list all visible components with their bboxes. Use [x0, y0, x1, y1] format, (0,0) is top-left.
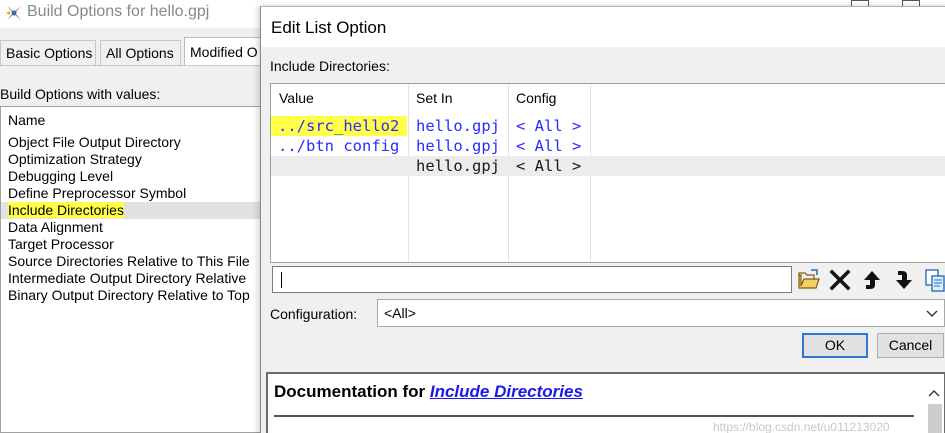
cancel-button[interactable]: Cancel — [877, 333, 944, 358]
chevron-down-icon — [926, 310, 938, 317]
row-value[interactable]: ../src_hello2 — [271, 116, 407, 136]
move-up-icon[interactable] — [860, 268, 884, 292]
documentation-heading-prefix: Documentation for — [274, 382, 430, 401]
list-item[interactable]: Target Processor — [1, 236, 268, 253]
row-config[interactable]: < All > — [516, 156, 581, 176]
build-options-list[interactable]: Name Object File Output Directory Optimi… — [0, 106, 268, 433]
list-item[interactable]: Data Alignment — [1, 219, 268, 236]
list-item-label: Define Preprocessor Symbol — [8, 185, 187, 201]
list-item[interactable]: Binary Output Directory Relative to Top — [1, 287, 268, 304]
column-header-set-in[interactable]: Set In — [416, 90, 453, 106]
table-row[interactable]: ../btn config hello.gpj < All > — [271, 136, 945, 156]
list-item[interactable]: Source Directories Relative to This File — [1, 253, 268, 270]
documentation-divider — [274, 415, 914, 417]
dialog-titlebar: Edit List Option — [261, 7, 945, 47]
tab-modified-options[interactable]: Modified O — [184, 37, 264, 66]
ok-button[interactable]: OK — [802, 333, 868, 358]
list-item-label: Data Alignment — [8, 219, 103, 235]
text-caret — [281, 272, 282, 288]
delete-x-icon[interactable] — [828, 268, 852, 292]
list-item[interactable]: Optimization Strategy — [1, 151, 268, 168]
list-item-label: Intermediate Output Directory Relative — [8, 270, 247, 286]
documentation-heading: Documentation for Include Directories — [274, 382, 583, 402]
tab-all-options[interactable]: All Options — [100, 40, 181, 65]
include-directories-table[interactable]: Value Set In Config ../src_hello2 hello.… — [270, 83, 945, 263]
table-row[interactable]: ../src_hello2 hello.gpj < All > — [271, 116, 945, 136]
list-item-label: Debugging Level — [8, 168, 114, 184]
tab-basic-options[interactable]: Basic Options — [0, 40, 96, 65]
move-down-icon[interactable] — [892, 268, 916, 292]
watermark-text: https://blog.csdn.net/u011213020 — [713, 420, 890, 433]
list-item-label: Target Processor — [8, 236, 114, 252]
documentation-link[interactable]: Include Directories — [430, 382, 583, 401]
edit-list-option-dialog: Edit List Option Include Directories: Va… — [260, 6, 945, 433]
copy-document-icon[interactable] — [923, 268, 945, 292]
app-logo-icon — [6, 6, 21, 20]
list-item[interactable]: Debugging Level — [1, 168, 268, 185]
list-item-selected[interactable]: Include Directories — [1, 202, 268, 219]
list-item[interactable]: Define Preprocessor Symbol — [1, 185, 268, 202]
list-header-name[interactable]: Name — [8, 112, 45, 128]
row-set-in[interactable]: hello.gpj — [416, 116, 500, 136]
configuration-select-value: <All> — [384, 305, 416, 321]
row-config[interactable]: < All > — [516, 116, 581, 136]
window-title: Build Options for hello.gpj — [27, 3, 210, 20]
build-options-values-label: Build Options with values: — [0, 86, 161, 102]
column-header-value[interactable]: Value — [279, 90, 314, 106]
include-directories-label: Include Directories: — [270, 58, 390, 74]
row-set-in[interactable]: hello.gpj — [416, 156, 500, 176]
documentation-scrollbar[interactable] — [928, 404, 942, 433]
folder-open-icon[interactable] — [797, 268, 821, 292]
dialog-title: Edit List Option — [271, 18, 387, 37]
list-item-label: Source Directories Relative to This File — [8, 253, 250, 269]
row-value[interactable]: ../btn config — [278, 136, 399, 156]
configuration-select[interactable]: <All> — [377, 299, 945, 327]
row-set-in[interactable]: hello.gpj — [416, 136, 500, 156]
value-input[interactable] — [272, 266, 792, 293]
tab-divider — [0, 65, 265, 66]
column-header-config[interactable]: Config — [516, 90, 556, 106]
scroll-up-icon[interactable] — [928, 388, 940, 398]
list-item-label: Include Directories — [8, 202, 124, 218]
list-item-label: Optimization Strategy — [8, 151, 142, 167]
list-item-label: Binary Output Directory Relative to Top — [8, 287, 250, 303]
list-item[interactable]: Intermediate Output Directory Relative — [1, 270, 268, 287]
row-config[interactable]: < All > — [516, 136, 581, 156]
list-item[interactable]: Object File Output Directory — [1, 134, 268, 151]
table-row-selected[interactable]: hello.gpj < All > — [271, 156, 945, 176]
list-item-label: Object File Output Directory — [8, 134, 181, 150]
configuration-label: Configuration: — [270, 306, 358, 322]
